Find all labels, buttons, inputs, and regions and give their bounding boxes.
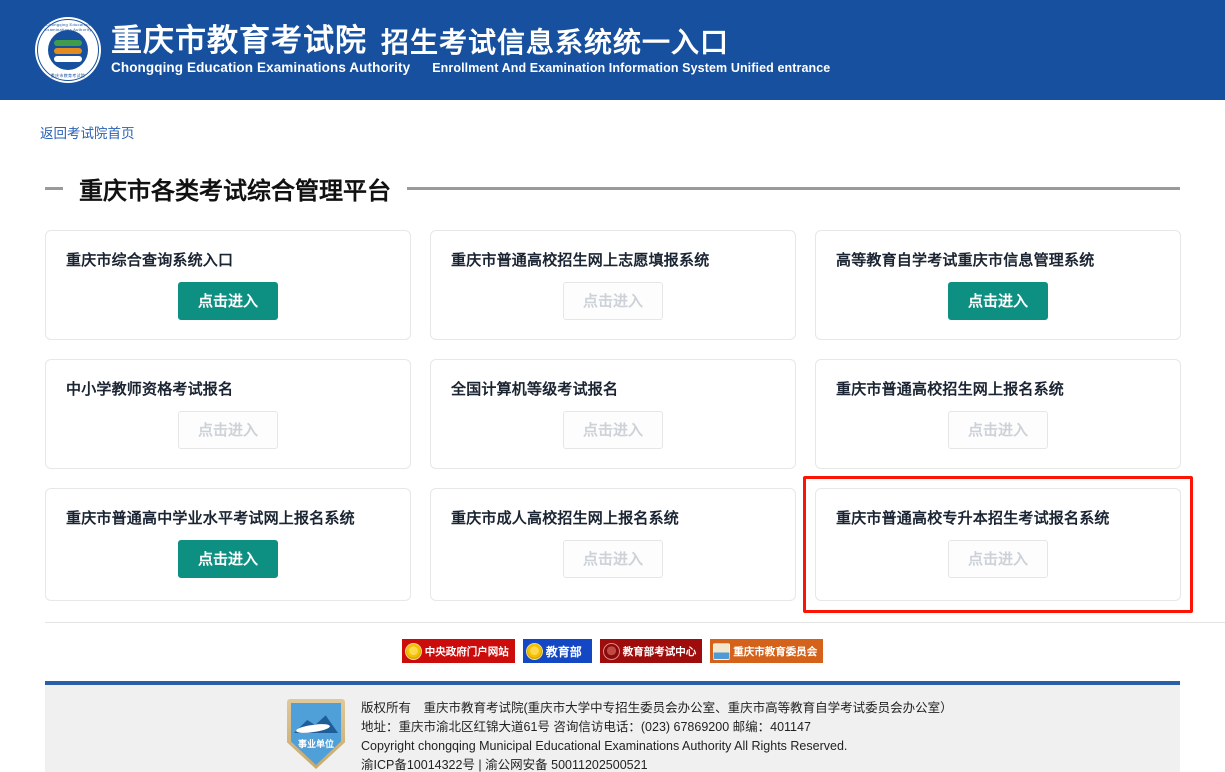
book-icon xyxy=(713,643,730,660)
national-emblem-icon xyxy=(405,643,422,660)
enter-button[interactable]: 点击进入 xyxy=(948,282,1048,320)
system-card-button-wrap: 点击进入 xyxy=(836,411,1180,449)
system-card-title: 重庆市普通高校专升本招生考试报名系统 xyxy=(836,507,1180,528)
shield-inner xyxy=(291,703,341,765)
system-card-button-wrap: 点击进入 xyxy=(66,411,410,449)
system-card-button-wrap: 点击进入 xyxy=(66,540,410,578)
system-card: 重庆市普通高校招生网上志愿填报系统点击进入 xyxy=(430,230,796,340)
enter-button[interactable]: 点击进入 xyxy=(178,540,278,578)
breadcrumb: 返回考试院首页 xyxy=(0,100,1225,143)
seal-icon xyxy=(603,643,620,660)
footer-text-block: 版权所有 重庆市教育考试院(重庆市大学中专招生委员会办公室、重庆市高等教育自学考… xyxy=(361,699,953,772)
chongqing-education-emblem-icon: Chongqing Education Examinations Authori… xyxy=(35,17,101,83)
section-dash-left xyxy=(45,187,63,190)
public-institution-shield-icon: 事业单位 xyxy=(287,699,345,769)
partner-badge[interactable]: 教育部 xyxy=(523,639,592,663)
system-card-title: 重庆市普通高校招生网上报名系统 xyxy=(836,378,1180,399)
system-card-button-wrap: 点击进入 xyxy=(66,282,410,320)
system-card-grid: 重庆市综合查询系统入口点击进入重庆市普通高校招生网上志愿填报系统点击进入高等教育… xyxy=(45,230,1180,601)
site-header: Chongqing Education Examinations Authori… xyxy=(0,0,1225,100)
section-header: 重庆市各类考试综合管理平台 xyxy=(45,171,1180,206)
system-card: 重庆市普通高中学业水平考试网上报名系统点击进入 xyxy=(45,488,411,601)
header-title-english-row: Chongqing Education Examinations Authori… xyxy=(111,61,830,75)
enter-button: 点击进入 xyxy=(948,411,1048,449)
system-card: 重庆市普通高校专升本招生考试报名系统点击进入 xyxy=(815,488,1181,601)
partner-badge-label: 教育部考试中心 xyxy=(623,644,697,659)
footer-icp-line: 渝ICP备10014322号 | 渝公网安备 50011202500521 xyxy=(361,756,953,772)
partner-badge-label: 教育部 xyxy=(546,643,582,660)
page-title: 重庆市教育考试院 xyxy=(111,25,367,58)
section-rule-right xyxy=(407,187,1180,190)
footer-wrapper: 事业单位 版权所有 重庆市教育考试院(重庆市大学中专招生委员会办公室、重庆市高等… xyxy=(45,681,1180,772)
enter-button[interactable]: 点击进入 xyxy=(178,282,278,320)
national-emblem-icon xyxy=(526,643,543,660)
partner-badge-row: 中央政府门户网站 教育部 教育部考试中心 重庆市教育委员会 xyxy=(0,639,1225,663)
footer-copyright-line: 版权所有 重庆市教育考试院(重庆市大学中专招生委员会办公室、重庆市高等教育自学考… xyxy=(361,699,953,718)
header-title-block: 重庆市教育考试院 招生考试信息系统统一入口 Chongqing Educatio… xyxy=(111,25,830,76)
footer-copyright-english: Copyright chongqing Municipal Educationa… xyxy=(361,737,953,756)
partner-badge[interactable]: 重庆市教育委员会 xyxy=(710,639,823,663)
partner-badge-label: 重庆市教育委员会 xyxy=(733,644,817,659)
enter-button: 点击进入 xyxy=(563,282,663,320)
system-card-button-wrap: 点击进入 xyxy=(451,540,795,578)
system-card-title: 高等教育自学考试重庆市信息管理系统 xyxy=(836,249,1180,270)
partner-badge-label: 中央政府门户网站 xyxy=(425,644,509,659)
enter-button: 点击进入 xyxy=(563,411,663,449)
page-title-english: Chongqing Education Examinations Authori… xyxy=(111,61,410,75)
system-card-button-wrap: 点击进入 xyxy=(451,411,795,449)
system-card: 全国计算机等级考试报名点击进入 xyxy=(430,359,796,469)
enter-button: 点击进入 xyxy=(178,411,278,449)
partner-badge[interactable]: 教育部考试中心 xyxy=(600,639,703,663)
back-to-home-link[interactable]: 返回考试院首页 xyxy=(40,126,135,141)
system-card: 中小学教师资格考试报名点击进入 xyxy=(45,359,411,469)
page-subtitle: 招生考试信息系统统一入口 xyxy=(381,28,729,57)
system-card: 高等教育自学考试重庆市信息管理系统点击进入 xyxy=(815,230,1181,340)
system-card-title: 重庆市综合查询系统入口 xyxy=(66,249,410,270)
system-card-title: 重庆市普通高中学业水平考试网上报名系统 xyxy=(66,507,410,528)
system-card-button-wrap: 点击进入 xyxy=(451,282,795,320)
system-card: 重庆市综合查询系统入口点击进入 xyxy=(45,230,411,340)
system-card: 重庆市普通高校招生网上报名系统点击进入 xyxy=(815,359,1181,469)
site-footer: 事业单位 版权所有 重庆市教育考试院(重庆市大学中专招生委员会办公室、重庆市高等… xyxy=(45,685,1180,772)
system-card-title: 重庆市普通高校招生网上志愿填报系统 xyxy=(451,249,795,270)
system-card-title: 全国计算机等级考试报名 xyxy=(451,378,795,399)
footer-address-line: 地址：重庆市渝北区红锦大道61号 咨询信访电话：(023) 67869200 邮… xyxy=(361,718,953,737)
content-divider xyxy=(45,622,1225,623)
shield-label: 事业单位 xyxy=(287,737,345,750)
emblem-wave-green xyxy=(54,40,82,46)
emblem-ring-bottom-text: 重庆市教育考试院 xyxy=(35,73,101,78)
emblem-wave-orange xyxy=(54,48,82,54)
emblem-wave-white xyxy=(54,56,82,62)
emblem-disc xyxy=(48,30,88,70)
page-subtitle-english: Enrollment And Examination Information S… xyxy=(432,62,830,75)
section-title: 重庆市各类考试综合管理平台 xyxy=(63,171,407,206)
partner-badge[interactable]: 中央政府门户网站 xyxy=(402,639,515,663)
system-card-button-wrap: 点击进入 xyxy=(836,282,1180,320)
system-card-title: 中小学教师资格考试报名 xyxy=(66,378,410,399)
enter-button: 点击进入 xyxy=(563,540,663,578)
enter-button: 点击进入 xyxy=(948,540,1048,578)
header-title-chinese-row: 重庆市教育考试院 招生考试信息系统统一入口 xyxy=(111,25,830,58)
system-card-button-wrap: 点击进入 xyxy=(836,540,1180,578)
system-card: 重庆市成人高校招生网上报名系统点击进入 xyxy=(430,488,796,601)
system-card-title: 重庆市成人高校招生网上报名系统 xyxy=(451,507,795,528)
